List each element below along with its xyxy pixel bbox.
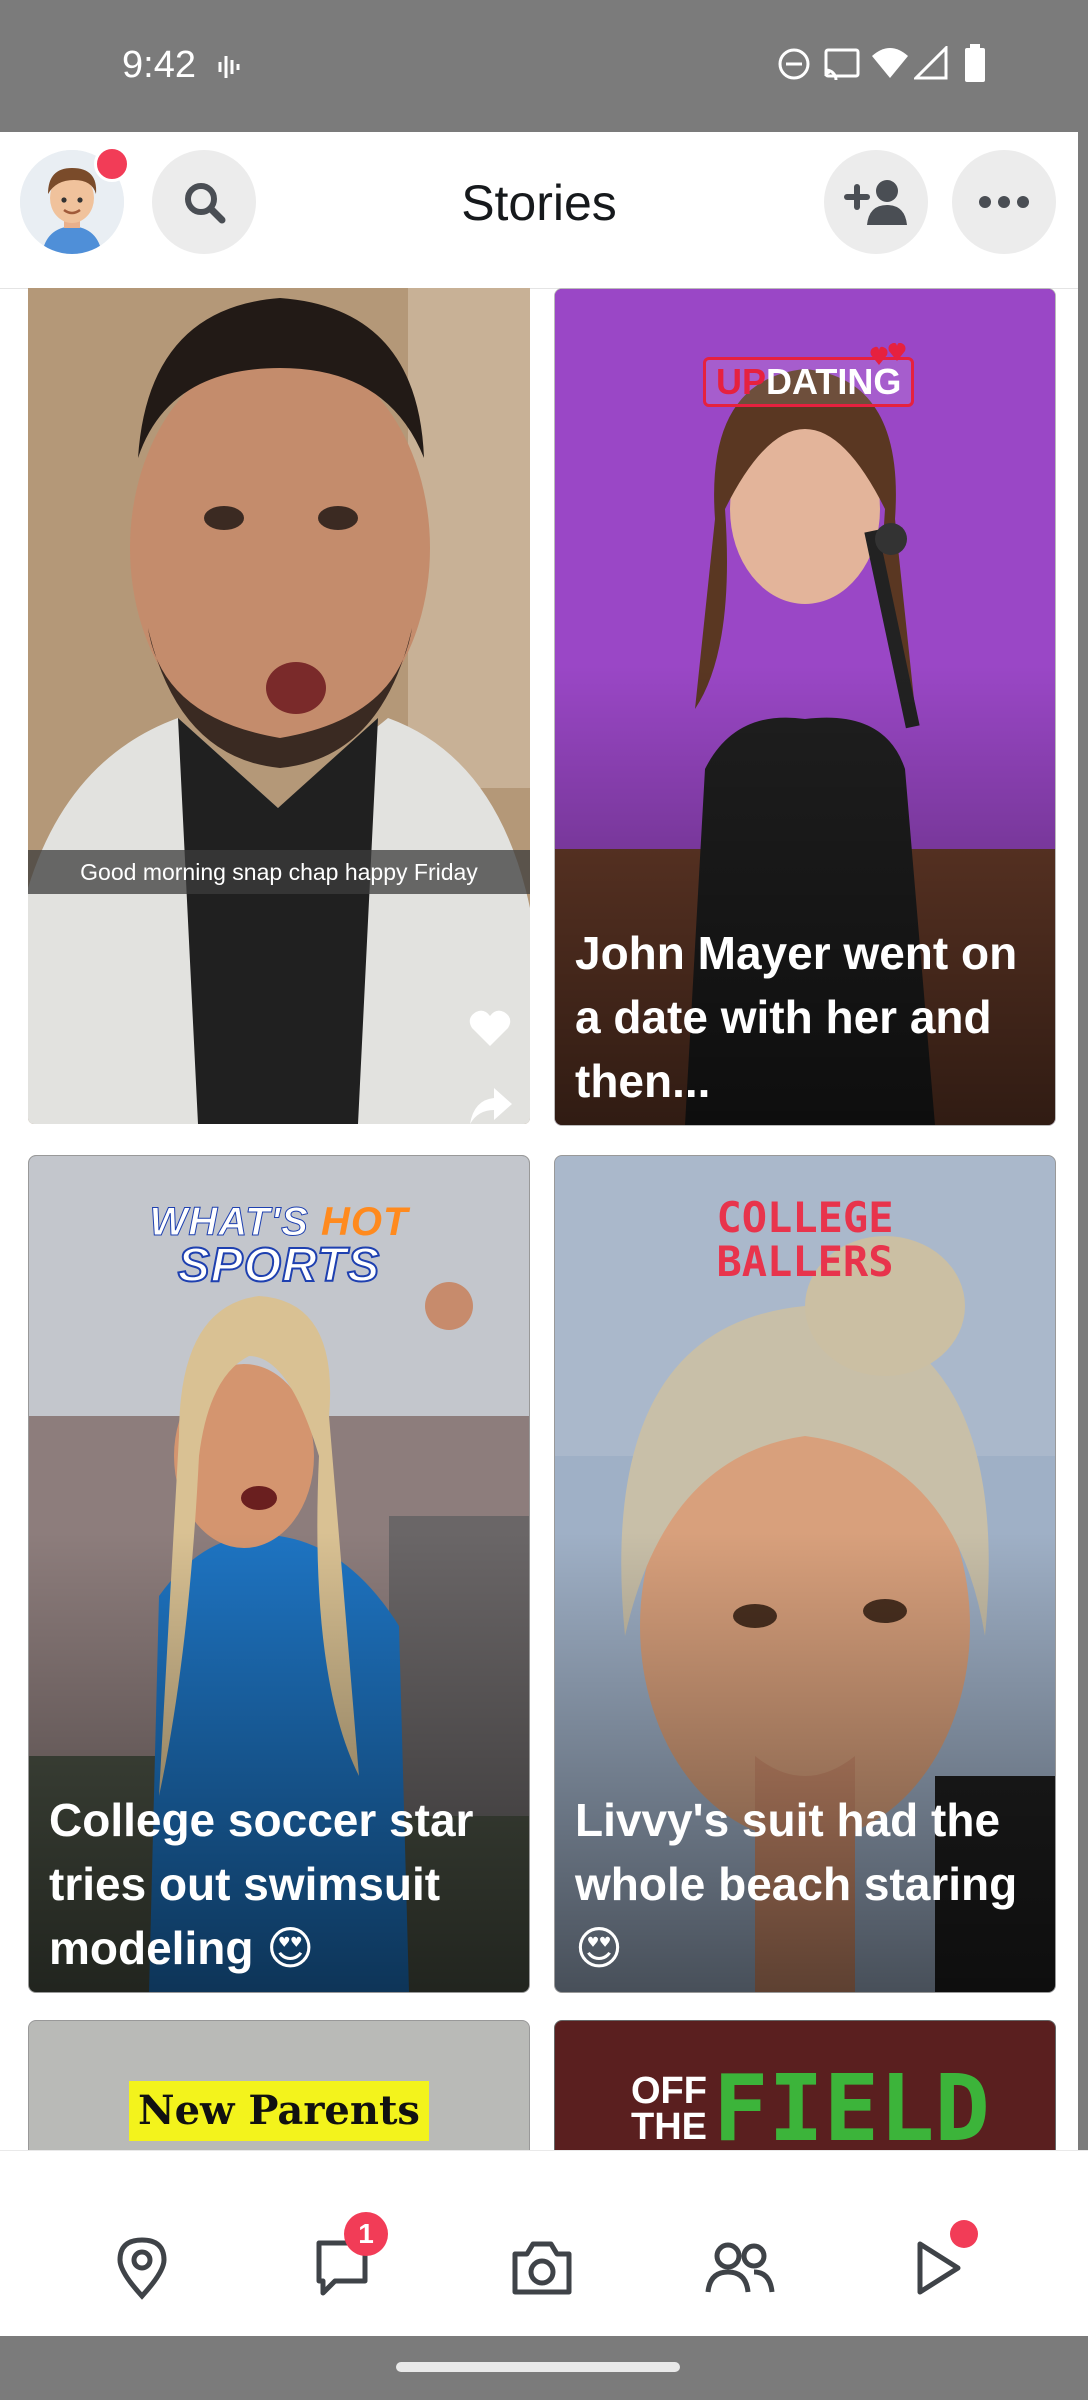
more-button[interactable] — [952, 150, 1056, 254]
logo-part-hot: HOT — [320, 1200, 409, 1244]
status-time: 9:42 — [122, 44, 196, 86]
spotlight-icon — [917, 2241, 961, 2295]
nav-camera[interactable] — [502, 2228, 582, 2308]
logo-part-the: THE — [631, 2106, 707, 2148]
home-indicator[interactable] — [396, 2362, 680, 2372]
cast-icon — [824, 48, 860, 81]
signal-icon — [914, 46, 948, 80]
snap-text-caption: Good morning snap chap happy Friday — [28, 850, 530, 894]
nav-map[interactable] — [102, 2228, 182, 2308]
dnd-icon — [778, 48, 810, 80]
story-card-updating[interactable]: UPDATING John Mayer went on a date with … — [554, 288, 1056, 1126]
chat-unread-badge: 1 — [344, 2212, 388, 2256]
story-caption: College soccer star tries out swimsuit m… — [49, 1794, 474, 1974]
friends-icon — [705, 2242, 775, 2293]
share-icon[interactable] — [470, 1088, 512, 1124]
story-thumbnail-image — [28, 288, 530, 1124]
logo-part-college: COLLEGE — [716, 1193, 894, 1242]
logo-part-sports: SPORTS — [177, 1239, 381, 1292]
off-the-field-logo: OFF THE FIELD — [631, 2063, 990, 2155]
status-bar: 9:42 — [0, 0, 1088, 132]
logo-part-off: OFF — [631, 2070, 707, 2112]
story-card-snap[interactable]: Good morning snap chap happy Friday — [28, 288, 530, 1124]
camera-icon — [512, 2241, 572, 2295]
add-friend-icon — [844, 180, 907, 225]
logo-part-ballers: BALLERS — [716, 1237, 894, 1286]
wifi-icon — [872, 48, 908, 78]
college-ballers-logo: COLLEGE BALLERS — [555, 1196, 1055, 1284]
story-caption: John Mayer went on a date with her and t… — [575, 927, 1018, 1107]
logo-part-field: FIELD — [713, 2055, 990, 2162]
map-icon — [117, 2237, 167, 2300]
new-parents-logo: New Parents — [129, 2081, 429, 2141]
voicemail-icon — [218, 56, 240, 78]
logo-part-up: UP — [716, 361, 767, 402]
whats-hot-sports-logo: WHAT'S HOT SPORTS — [29, 1200, 529, 1291]
spotlight-notification-dot — [950, 2220, 978, 2248]
hearts-icon — [870, 343, 906, 365]
heart-icon[interactable] — [468, 1008, 512, 1048]
battery-icon — [965, 44, 985, 82]
story-caption: Livvy's suit had the whole beach staring… — [575, 1794, 1018, 1974]
nav-friends[interactable] — [700, 2228, 780, 2308]
add-friend-button[interactable] — [824, 150, 928, 254]
screen-edge — [1078, 132, 1088, 2340]
story-card-college-ballers[interactable]: COLLEGE BALLERS Livvy's suit had the who… — [554, 1155, 1056, 1993]
story-card-whats-hot-sports[interactable]: WHAT'S HOT SPORTS College soccer star tr… — [28, 1155, 530, 1993]
logo-part-whats: WHAT'S — [149, 1200, 309, 1245]
more-icon — [979, 196, 1029, 208]
